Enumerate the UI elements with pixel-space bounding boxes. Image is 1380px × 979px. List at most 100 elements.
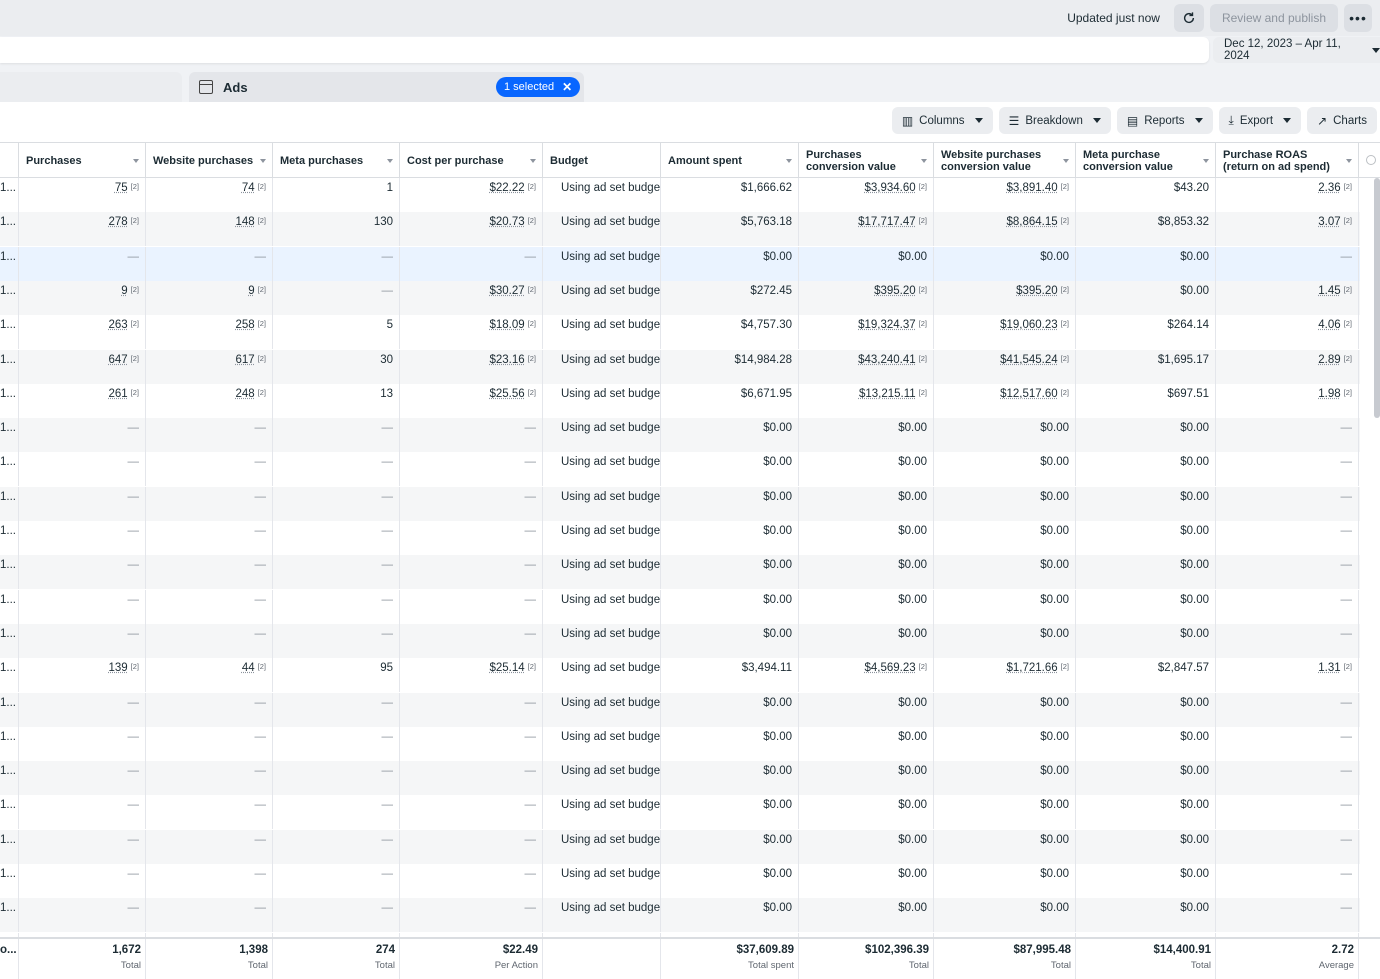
column-header-purchase-roas[interactable]: Purchase ROAS (return on ad spend) (1216, 143, 1359, 178)
footnote-marker[interactable]: [2] (528, 388, 536, 397)
footnote-marker[interactable]: [2] (919, 285, 927, 294)
footnote-marker[interactable]: [2] (131, 285, 139, 294)
table-row[interactable]: 1... — — — — Using ad set budget $0.00 $0.00 $0.… (0, 692, 1360, 727)
row-name-cell[interactable]: 1... (0, 246, 19, 281)
tab-ads[interactable]: Ads 1 selected ✕ (189, 72, 584, 102)
row-name-cell[interactable]: 1... (0, 898, 19, 933)
vertical-scrollbar[interactable] (1374, 178, 1380, 418)
footnote-marker[interactable]: [2] (919, 354, 927, 363)
row-name-cell[interactable]: 1... (0, 521, 19, 555)
footnote-marker[interactable]: [2] (1344, 216, 1352, 225)
table-row[interactable]: 1... — — — — Using ad set budget $0.00 $0.00 $0.… (0, 589, 1360, 624)
row-name-cell[interactable]: 1... (0, 486, 19, 521)
footnote-marker[interactable]: [2] (258, 216, 266, 225)
table-row[interactable]: 1... — — — — Using ad set budget $0.00 $0.00 $0.… (0, 761, 1360, 796)
sort-caret-icon[interactable] (1063, 159, 1069, 163)
footnote-marker[interactable]: [2] (1061, 182, 1069, 191)
date-range-picker[interactable]: Dec 12, 2023 – Apr 11, 2024 (1213, 37, 1380, 63)
table-row[interactable]: 1... 75 [2] 74 [2] 1 $22.22 [2] Using ad set bud… (0, 178, 1360, 212)
footnote-marker[interactable]: [2] (528, 182, 536, 191)
search-filter-bar[interactable] (0, 37, 1209, 63)
footnote-marker[interactable]: [2] (919, 182, 927, 191)
clear-selection-icon[interactable]: ✕ (562, 80, 572, 94)
row-name-cell[interactable]: 1... (0, 692, 19, 727)
table-row[interactable]: 1... — — — — Using ad set budget $0.00 $0.00 $0.… (0, 726, 1360, 761)
footnote-marker[interactable]: [2] (131, 216, 139, 225)
tab-ad-sets[interactable] (0, 72, 182, 102)
column-header-purchases[interactable]: Purchases (19, 143, 146, 178)
selection-pill[interactable]: 1 selected ✕ (496, 77, 581, 97)
row-name-cell[interactable]: 1... (0, 795, 19, 830)
row-name-cell[interactable]: 1... (0, 315, 19, 350)
footnote-marker[interactable]: [2] (919, 216, 927, 225)
column-header-amount-spent[interactable]: Amount spent (661, 143, 799, 178)
review-and-publish-button[interactable]: Review and publish (1209, 4, 1338, 32)
sort-caret-icon[interactable] (260, 159, 266, 163)
breakdown-button[interactable]: ☰ Breakdown (998, 107, 1111, 134)
column-header-cost-per-purchase[interactable]: Cost per purchase (400, 143, 543, 178)
footnote-marker[interactable]: [2] (131, 319, 139, 328)
sort-caret-icon[interactable] (530, 159, 536, 163)
columns-button[interactable]: ▥ Columns (891, 107, 993, 134)
row-name-cell[interactable]: 1... (0, 178, 19, 212)
row-name-cell[interactable]: 1... (0, 418, 19, 453)
row-name-cell[interactable]: 1... (0, 280, 19, 315)
table-row[interactable]: 1... — — — — Using ad set budget $0.00 $0.00 $0.… (0, 486, 1360, 521)
footnote-marker[interactable]: [2] (258, 182, 266, 191)
table-row[interactable]: 1... — — — — Using ad set budget $0.00 $0.00 $0.… (0, 246, 1360, 281)
footnote-marker[interactable]: [2] (1344, 662, 1352, 671)
row-name-cell[interactable]: 1... (0, 623, 19, 658)
refresh-button[interactable] (1173, 4, 1204, 32)
more-options-button[interactable]: ••• (1344, 4, 1372, 32)
footnote-marker[interactable]: [2] (131, 354, 139, 363)
table-row[interactable]: 1... — — — — Using ad set budget $0.00 $0.00 $0.… (0, 898, 1360, 933)
footnote-marker[interactable]: [2] (1344, 354, 1352, 363)
footnote-marker[interactable]: [2] (131, 182, 139, 191)
table-row[interactable]: 1... — — — — Using ad set budget $0.00 $0.00 $0.… (0, 521, 1360, 555)
sort-caret-icon[interactable] (387, 159, 393, 163)
table-row[interactable]: 1... 278 [2] 148 [2] 130 $20.73 [2] Using ad set… (0, 212, 1360, 247)
row-name-cell[interactable]: 1... (0, 829, 19, 864)
sort-caret-icon[interactable] (786, 159, 792, 163)
sort-caret-icon[interactable] (133, 159, 139, 163)
table-row[interactable]: 1... 261 [2] 248 [2] 13 $25.56 [2] Using ad set … (0, 383, 1360, 418)
footnote-marker[interactable]: [2] (258, 354, 266, 363)
row-name-cell[interactable]: 1... (0, 658, 19, 693)
reports-button[interactable]: ▤ Reports (1116, 107, 1213, 134)
footnote-marker[interactable]: [2] (258, 319, 266, 328)
footnote-marker[interactable]: [2] (528, 354, 536, 363)
footnote-marker[interactable]: [2] (258, 662, 266, 671)
row-name-cell[interactable]: 1... (0, 589, 19, 624)
column-header-purchases-conversion-value[interactable]: Purchases conversion value (799, 143, 934, 178)
table-row[interactable]: 1... 647 [2] 617 [2] 30 $23.16 [2] Using ad set … (0, 349, 1360, 384)
column-header-budget[interactable]: Budget (543, 143, 661, 178)
table-row[interactable]: 1... 263 [2] 258 [2] 5 $18.09 [2] Using ad set b… (0, 315, 1360, 350)
footnote-marker[interactable]: [2] (1061, 388, 1069, 397)
row-name-cell[interactable]: 1... (0, 726, 19, 761)
footnote-marker[interactable]: [2] (919, 662, 927, 671)
footnote-marker[interactable]: [2] (258, 388, 266, 397)
column-header-meta-purchase-conversion-value[interactable]: Meta purchase conversion value (1076, 143, 1216, 178)
charts-button[interactable]: ↗ Charts (1307, 107, 1377, 134)
footnote-marker[interactable]: [2] (1061, 285, 1069, 294)
sort-caret-icon[interactable] (1346, 159, 1352, 163)
footnote-marker[interactable]: [2] (1344, 319, 1352, 328)
footnote-marker[interactable]: [2] (1061, 216, 1069, 225)
column-header-meta-purchases[interactable]: Meta purchases (273, 143, 400, 178)
table-row[interactable]: 1... — — — — Using ad set budget $0.00 $0.00 $0.… (0, 829, 1360, 864)
table-row[interactable]: 1... — — — — Using ad set budget $0.00 $0.00 $0.… (0, 452, 1360, 487)
footnote-marker[interactable]: [2] (528, 319, 536, 328)
footnote-marker[interactable]: [2] (131, 662, 139, 671)
sort-caret-icon[interactable] (1203, 159, 1209, 163)
sort-caret-icon[interactable] (921, 159, 927, 163)
footnote-marker[interactable]: [2] (1061, 662, 1069, 671)
table-row[interactable]: 1... — — — — Using ad set budget $0.00 $0.00 $0.… (0, 864, 1360, 898)
row-name-cell[interactable]: 1... (0, 864, 19, 898)
table-row[interactable]: 1... — — — — Using ad set budget $0.00 $0.00 $0.… (0, 418, 1360, 453)
table-row[interactable]: 1... 139 [2] 44 [2] 95 $25.14 [2] Using ad set b… (0, 658, 1360, 693)
footnote-marker[interactable]: [2] (258, 285, 266, 294)
footnote-marker[interactable]: [2] (528, 662, 536, 671)
export-button[interactable]: ⤓ Export (1218, 107, 1302, 134)
footnote-marker[interactable]: [2] (528, 216, 536, 225)
footnote-marker[interactable]: [2] (528, 285, 536, 294)
